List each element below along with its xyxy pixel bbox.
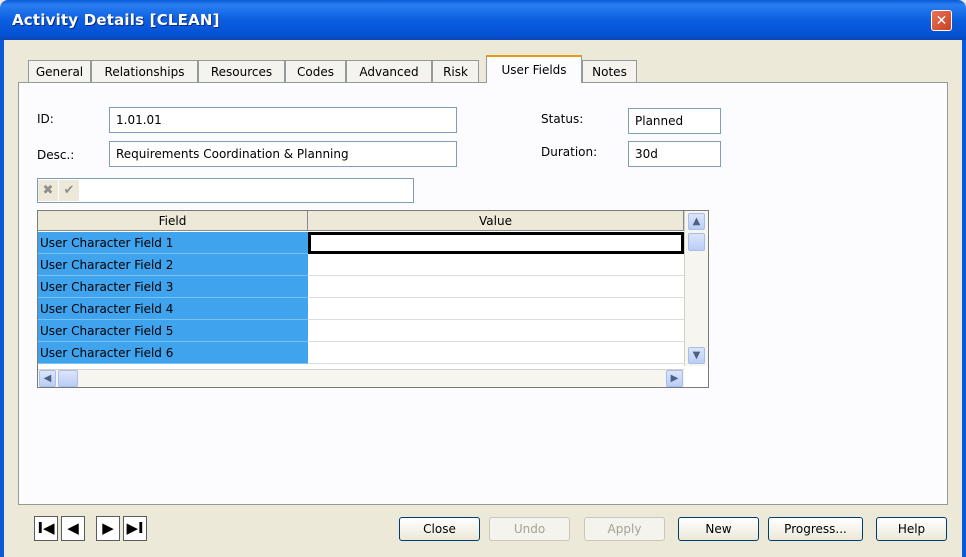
- status-field[interactable]: Planned: [628, 108, 721, 134]
- table-row[interactable]: User Character Field 6: [38, 342, 684, 364]
- undo-button[interactable]: Undo: [489, 517, 570, 541]
- progress-button[interactable]: Progress...: [768, 517, 863, 541]
- field-cell[interactable]: User Character Field 2: [38, 254, 308, 276]
- duration-field[interactable]: 30d: [628, 141, 721, 167]
- field-cell[interactable]: User Character Field 4: [38, 298, 308, 320]
- desc-field[interactable]: Requirements Coordination & Planning: [109, 141, 457, 167]
- horizontal-scrollbar[interactable]: ◀ ▶: [38, 369, 684, 387]
- user-fields-grid: Field Value User Character Field 1 User …: [37, 210, 709, 388]
- apply-button[interactable]: Apply: [584, 517, 665, 541]
- status-label: Status:: [541, 112, 584, 126]
- cell-edit-bar[interactable]: [37, 178, 414, 203]
- value-cell-selected[interactable]: [308, 232, 684, 254]
- value-cell[interactable]: [308, 342, 684, 364]
- field-cell[interactable]: User Character Field 6: [38, 342, 308, 364]
- previous-record-icon[interactable]: ◀: [61, 516, 85, 541]
- table-row[interactable]: User Character Field 3: [38, 276, 684, 298]
- value-cell[interactable]: [308, 320, 684, 342]
- table-row[interactable]: User Character Field 1: [38, 232, 684, 254]
- value-cell[interactable]: [308, 276, 684, 298]
- scroll-thumb[interactable]: [688, 233, 705, 251]
- id-label: ID:: [37, 112, 54, 126]
- table-row[interactable]: User Character Field 2: [38, 254, 684, 276]
- field-cell[interactable]: User Character Field 3: [38, 276, 308, 298]
- hscroll-thumb[interactable]: [58, 370, 78, 387]
- value-column-header[interactable]: Value: [308, 211, 684, 231]
- value-cell[interactable]: [308, 254, 684, 276]
- scroll-up-icon[interactable]: ▲: [688, 213, 705, 230]
- field-cell[interactable]: User Character Field 5: [38, 320, 308, 342]
- vertical-scrollbar[interactable]: ▲ ▼: [684, 211, 708, 366]
- table-row[interactable]: User Character Field 5: [38, 320, 684, 342]
- accept-edit-icon[interactable]: ✔: [59, 180, 79, 201]
- cancel-edit-icon[interactable]: ✖: [38, 180, 58, 201]
- next-record-icon[interactable]: ▶: [96, 516, 120, 541]
- last-record-icon[interactable]: ▶I: [123, 516, 147, 541]
- new-button[interactable]: New: [678, 517, 759, 541]
- scroll-left-icon[interactable]: ◀: [39, 370, 56, 387]
- scroll-right-icon[interactable]: ▶: [666, 370, 683, 387]
- field-cell[interactable]: User Character Field 1: [38, 232, 308, 254]
- help-button[interactable]: Help: [876, 517, 947, 541]
- id-field[interactable]: 1.01.01: [109, 107, 457, 133]
- value-cell[interactable]: [308, 298, 684, 320]
- first-record-icon[interactable]: I◀: [34, 516, 58, 541]
- table-row[interactable]: User Character Field 4: [38, 298, 684, 320]
- close-button[interactable]: Close: [399, 517, 480, 541]
- duration-label: Duration:: [541, 145, 598, 159]
- field-column-header[interactable]: Field: [38, 211, 308, 231]
- scroll-down-icon[interactable]: ▼: [688, 347, 705, 364]
- desc-label: Desc.:: [37, 148, 75, 162]
